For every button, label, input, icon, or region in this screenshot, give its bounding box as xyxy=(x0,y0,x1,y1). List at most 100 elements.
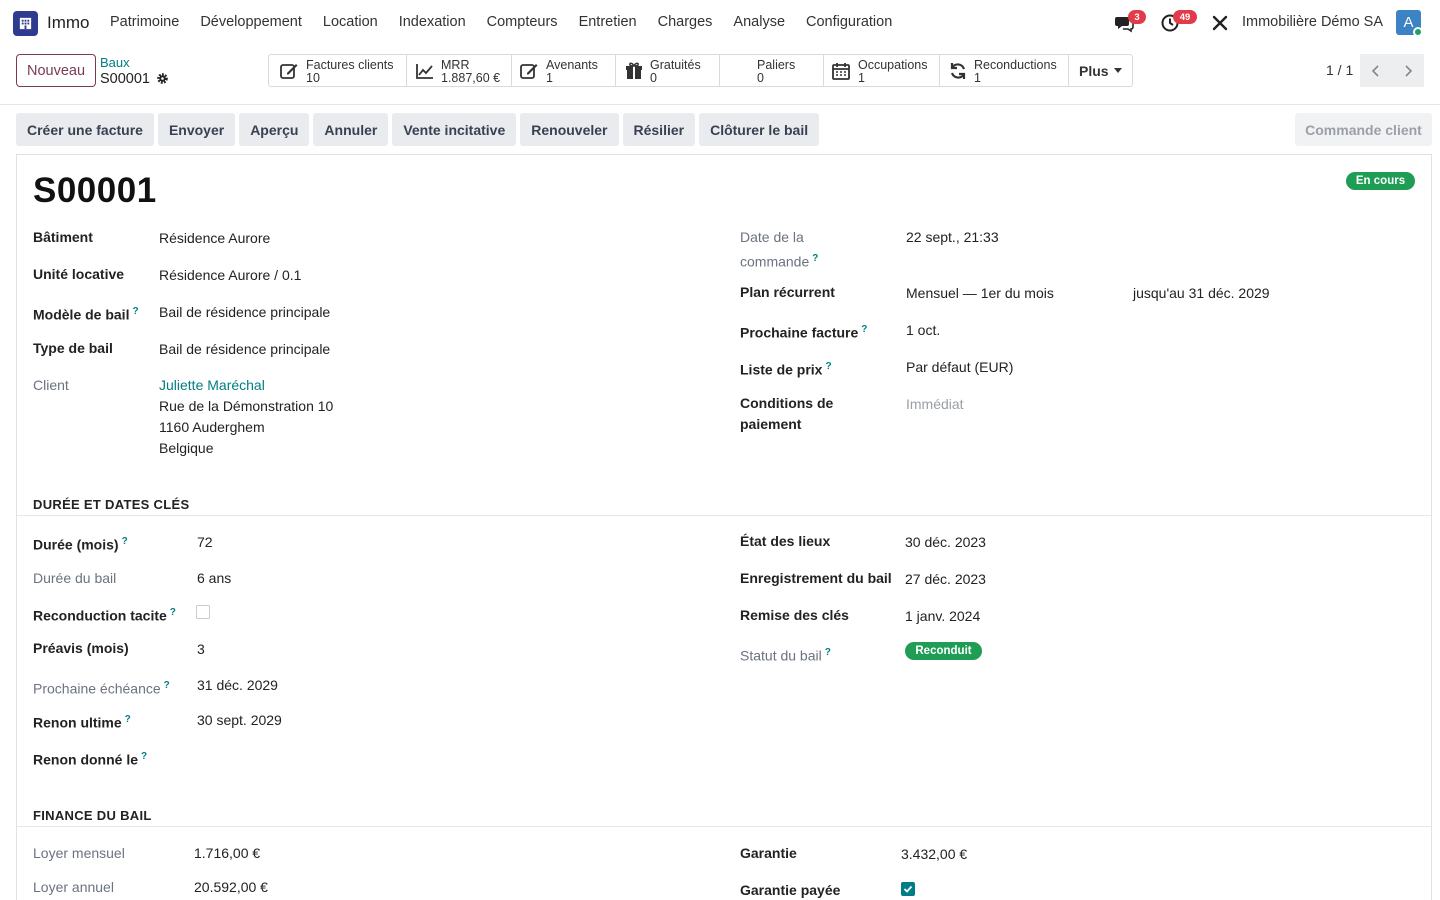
app-name[interactable]: Immo xyxy=(47,13,90,33)
remise-cles-field[interactable]: 1 janv. 2024 xyxy=(905,606,980,627)
close-lease-button[interactable]: Clôturer le bail xyxy=(699,113,820,146)
smart-button-label: Factures clients xyxy=(306,58,394,72)
building-icon[interactable] xyxy=(13,11,38,36)
menu-item-charges[interactable]: Charges xyxy=(658,14,713,30)
duree-mois-field[interactable]: 72 xyxy=(197,532,213,553)
client-country: Belgique xyxy=(159,440,214,456)
help-tooltip-icon[interactable]: ? xyxy=(122,536,128,547)
order-date-field[interactable]: 22 sept., 21:33 xyxy=(906,227,999,248)
smart-button-mrr[interactable]: MRR 1.887,60 € xyxy=(407,55,512,86)
garantie-payee-checkbox[interactable] xyxy=(901,882,915,896)
enregistrement-field[interactable]: 27 déc. 2023 xyxy=(905,569,986,590)
sales-order-button[interactable]: Commande client xyxy=(1295,113,1432,146)
smart-button-gratuites[interactable]: Gratuités 0 xyxy=(616,55,720,86)
gift-icon xyxy=(626,62,642,79)
check-icon xyxy=(903,885,913,893)
upsell-button[interactable]: Vente incitative xyxy=(392,113,517,146)
duree-mois-label: Durée (mois)? xyxy=(33,531,128,556)
next-invoice-label: Prochaine facture? xyxy=(740,319,867,344)
breadcrumb-parent[interactable]: Baux xyxy=(100,55,130,70)
next-invoice-field[interactable]: 1 oct. xyxy=(906,320,940,341)
renon-donne-label: Renon donné le? xyxy=(33,746,147,771)
help-tooltip-icon[interactable]: ? xyxy=(141,751,147,762)
help-tooltip-icon[interactable]: ? xyxy=(825,361,831,372)
company-switcher[interactable]: Immobilière Démo SA xyxy=(1242,14,1383,30)
smart-button-reconductions[interactable]: Reconductions 1 xyxy=(940,55,1069,86)
smart-button-label: Occupations xyxy=(858,58,928,72)
smart-button-value: 10 xyxy=(306,71,320,85)
help-tooltip-icon[interactable]: ? xyxy=(861,324,867,335)
preview-button[interactable]: Aperçu xyxy=(239,113,310,146)
plan-end-date[interactable]: jusqu'au 31 déc. 2029 xyxy=(1133,283,1270,304)
menu-item-configuration[interactable]: Configuration xyxy=(806,14,892,30)
menu-item-location[interactable]: Location xyxy=(323,14,378,30)
smart-button-occupations[interactable]: Occupations 1 xyxy=(824,55,940,86)
renon-ultime-field[interactable]: 30 sept. 2029 xyxy=(197,710,282,731)
smart-button-paliers[interactable]: Paliers 0 xyxy=(720,55,824,86)
help-tooltip-icon[interactable]: ? xyxy=(812,253,818,264)
cancel-button[interactable]: Annuler xyxy=(313,113,389,146)
smart-button-label: MRR xyxy=(441,58,470,72)
menu-item-indexation[interactable]: Indexation xyxy=(399,14,466,30)
loyer-mensuel-field: 1.716,00 € xyxy=(194,845,261,861)
help-tooltip-icon[interactable]: ? xyxy=(125,714,131,725)
batiment-field[interactable]: Résidence Aurore xyxy=(159,228,270,249)
plan-field[interactable]: Mensuel — 1er du mois xyxy=(906,283,1054,304)
activities-count-badge: 49 xyxy=(1173,10,1197,24)
pager-previous-button[interactable] xyxy=(1360,54,1392,87)
loyer-annuel-field: 20.592,00 € xyxy=(194,879,268,895)
smart-button-avenants[interactable]: Avenants 1 xyxy=(512,55,616,86)
menu-item-analyse[interactable]: Analyse xyxy=(733,14,785,30)
duree-bail-label: Durée du bail xyxy=(33,570,117,586)
top-navbar: Immo Patrimoine Développement Location I… xyxy=(0,0,1440,46)
modele-field[interactable]: Bail de résidence principale xyxy=(159,302,330,323)
terminate-button[interactable]: Résilier xyxy=(622,113,696,146)
pricelist-field[interactable]: Par défaut (EUR) xyxy=(906,357,1013,378)
more-label: Plus xyxy=(1079,62,1109,79)
unite-field[interactable]: Résidence Aurore / 0.1 xyxy=(159,265,301,286)
unite-label: Unité locative xyxy=(33,266,125,282)
pager-next-button[interactable] xyxy=(1392,54,1424,87)
client-street: Rue de la Démonstration 10 xyxy=(159,398,334,414)
section-title-duration: DURÉE ET DATES CLÉS xyxy=(33,497,190,512)
smart-button-value: 0 xyxy=(650,71,657,85)
new-button[interactable]: Nouveau xyxy=(16,54,96,87)
menu-item-patrimoine[interactable]: Patrimoine xyxy=(110,14,179,30)
garantie-payee-label: Garantie payée xyxy=(740,882,841,898)
menu-item-compteurs[interactable]: Compteurs xyxy=(487,14,558,30)
edit-icon xyxy=(520,64,538,79)
help-tooltip-icon[interactable]: ? xyxy=(825,647,831,658)
renew-button[interactable]: Renouveler xyxy=(520,113,619,146)
gear-icon[interactable] xyxy=(156,72,169,85)
preavis-field[interactable]: 3 xyxy=(197,639,205,660)
tools-icon[interactable] xyxy=(1210,13,1230,33)
status-bar-buttons: Créer une facture Envoyer Aperçu Annuler… xyxy=(16,113,820,146)
renon-donne-field[interactable] xyxy=(197,747,397,768)
client-city: 1160 Auderghem xyxy=(159,419,265,435)
pager-value[interactable]: 1 / 1 xyxy=(1326,62,1353,78)
smart-button-factures[interactable]: Factures clients 10 xyxy=(269,55,407,86)
reconduction-label-text: Reconduction tacite xyxy=(33,607,167,624)
garantie-field[interactable]: 3.432,00 € xyxy=(901,844,967,865)
online-status-dot xyxy=(1413,27,1423,37)
refresh-icon xyxy=(950,63,966,79)
menu-item-entretien[interactable]: Entretien xyxy=(579,14,637,30)
create-invoice-button[interactable]: Créer une facture xyxy=(16,113,154,146)
date-label-line2: commande? xyxy=(740,248,818,273)
help-tooltip-icon[interactable]: ? xyxy=(170,607,176,618)
echeance-label-text: Prochaine échéance xyxy=(33,680,161,697)
send-button[interactable]: Envoyer xyxy=(157,113,236,146)
help-tooltip-icon[interactable]: ? xyxy=(132,306,138,317)
client-link[interactable]: Juliette Maréchal xyxy=(159,375,265,396)
more-smart-buttons-dropdown[interactable]: Plus xyxy=(1069,55,1132,86)
reconduction-checkbox[interactable] xyxy=(196,605,210,619)
etat-lieux-field[interactable]: 30 déc. 2023 xyxy=(905,532,986,553)
payment-terms-field[interactable]: Immédiat xyxy=(906,394,964,415)
type-field[interactable]: Bail de résidence principale xyxy=(159,339,330,360)
menu-item-developpement[interactable]: Développement xyxy=(200,14,302,30)
help-tooltip-icon[interactable]: ? xyxy=(164,680,170,691)
main-menu: Patrimoine Développement Location Indexa… xyxy=(110,14,913,30)
modele-label: Modèle de bail? xyxy=(33,301,139,326)
statut-label: Statut du bail? xyxy=(740,642,831,667)
type-label: Type de bail xyxy=(33,340,113,356)
